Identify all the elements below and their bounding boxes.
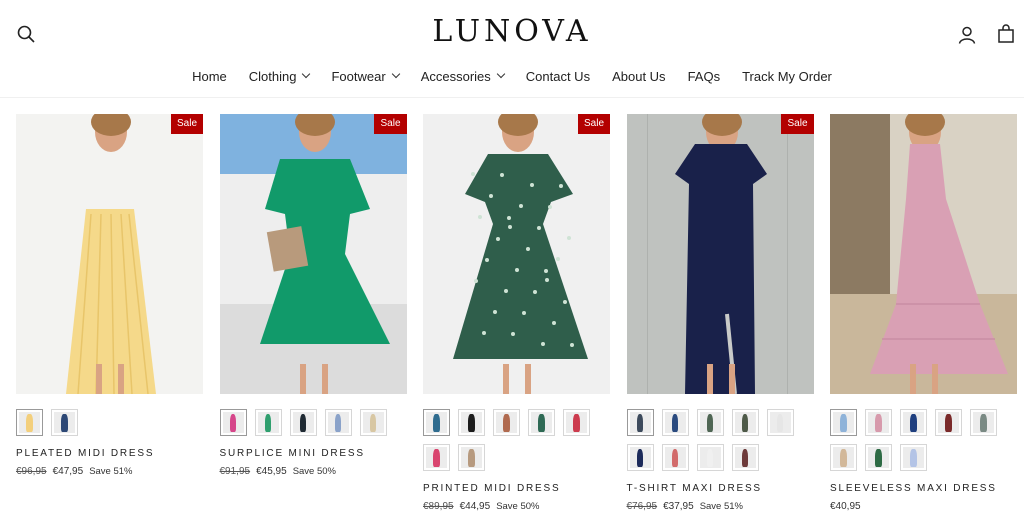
- sale-badge: Sale: [577, 114, 610, 134]
- color-swatch[interactable]: [626, 444, 654, 471]
- color-swatch[interactable]: [528, 409, 555, 436]
- product-price: €96,95 €47,95 Save 51%: [16, 466, 203, 477]
- original-price: €91,95: [219, 466, 251, 477]
- color-swatch[interactable]: [900, 444, 927, 471]
- product-card: Sale SURPLICE MINI DRESS €91,95 €45,95 Save …: [219, 114, 407, 477]
- nav-item-label: Contact Us: [525, 68, 591, 84]
- nav-item-label: Track My Order: [742, 68, 832, 84]
- chevron-down-icon: [391, 69, 400, 79]
- color-swatch[interactable]: [458, 444, 485, 471]
- product-image[interactable]: Sale: [423, 114, 610, 394]
- color-swatches: [16, 409, 203, 436]
- color-swatch[interactable]: [289, 409, 317, 436]
- product-title[interactable]: SURPLICE MINI DRESS: [220, 448, 407, 459]
- nav-item-home[interactable]: Home: [181, 66, 238, 86]
- product-title[interactable]: PRINTED MIDI DRESS: [423, 483, 610, 494]
- original-price: €76,95: [626, 501, 658, 512]
- nav-item-faqs[interactable]: FAQs: [677, 66, 732, 86]
- color-swatches: [219, 409, 407, 436]
- sale-badge: Sale: [170, 114, 203, 134]
- color-swatch[interactable]: [970, 409, 997, 436]
- color-swatch[interactable]: [830, 409, 857, 436]
- color-swatch[interactable]: [731, 409, 759, 436]
- color-swatch[interactable]: [731, 444, 759, 471]
- color-swatch[interactable]: [935, 409, 962, 436]
- color-swatch[interactable]: [423, 409, 450, 436]
- site-header: LUNOVA Home Clothing Footwear Accessories Co…: [0, 0, 1024, 98]
- product-image[interactable]: [830, 114, 1017, 394]
- color-swatch[interactable]: [423, 444, 450, 471]
- color-swatches: [830, 409, 1017, 471]
- savings-label: Save 50%: [496, 501, 540, 512]
- current-price: €37,95: [663, 501, 694, 512]
- savings-label: Save 51%: [89, 466, 133, 477]
- color-swatch[interactable]: [766, 409, 794, 436]
- product-title[interactable]: PLEATED MIDI DRESS: [16, 448, 203, 459]
- original-price: €89,95: [423, 501, 454, 512]
- color-swatch[interactable]: [324, 409, 352, 436]
- color-swatch[interactable]: [696, 409, 724, 436]
- nav-item-accessories[interactable]: Accessories: [410, 66, 515, 86]
- product-price: €91,95 €45,95 Save 50%: [220, 466, 407, 477]
- product-price: €89,95 €44,95 Save 50%: [423, 501, 610, 512]
- current-price: €44,95: [459, 501, 491, 512]
- color-swatch[interactable]: [359, 409, 387, 436]
- sale-badge: Sale: [781, 114, 814, 134]
- product-title[interactable]: T-SHIRT MAXI DRESS: [627, 483, 814, 494]
- product-card: Sale PLEATED MIDI DRESS €96,95 €47,95 Save 5…: [16, 114, 203, 477]
- color-swatch[interactable]: [696, 444, 724, 471]
- current-price: €40,95: [830, 501, 861, 512]
- product-image[interactable]: Sale: [16, 114, 203, 394]
- nav-item-label: Footwear: [331, 68, 386, 84]
- color-swatch[interactable]: [254, 409, 282, 436]
- nav-item-label: Accessories: [420, 68, 491, 84]
- color-swatches: [423, 409, 610, 471]
- color-swatch[interactable]: [626, 409, 654, 436]
- color-swatch[interactable]: [661, 444, 689, 471]
- color-swatch[interactable]: [51, 409, 78, 436]
- nav-item-label: Clothing: [248, 68, 297, 84]
- account-icon[interactable]: [955, 23, 979, 47]
- current-price: €47,95: [52, 466, 84, 477]
- main-navigation: Home Clothing Footwear Accessories Contact U…: [0, 66, 1024, 86]
- color-swatch[interactable]: [16, 409, 43, 436]
- product-card: SLEEVELESS MAXI DRESS €40,95: [830, 114, 1017, 512]
- nav-item-contact-us[interactable]: Contact Us: [515, 66, 601, 86]
- color-swatch[interactable]: [865, 409, 892, 436]
- color-swatch[interactable]: [493, 409, 520, 436]
- cart-icon[interactable]: [994, 22, 1018, 46]
- nav-item-footwear[interactable]: Footwear: [320, 66, 409, 86]
- sale-badge: Sale: [374, 114, 407, 134]
- product-card: Sale PRINTED MIDI DRESS €89,95 €44,95 Save 5…: [423, 114, 610, 512]
- current-price: €45,95: [256, 466, 287, 477]
- savings-label: Save 50%: [292, 466, 336, 477]
- nav-item-label: Home: [192, 68, 227, 84]
- color-swatch[interactable]: [865, 444, 892, 471]
- nav-item-label: About Us: [612, 68, 666, 84]
- savings-label: Save 51%: [699, 501, 743, 512]
- nav-item-clothing[interactable]: Clothing: [238, 66, 321, 86]
- product-image[interactable]: Sale: [219, 114, 407, 394]
- product-price: €76,95 €37,95 Save 51%: [627, 501, 814, 512]
- nav-item-about-us[interactable]: About Us: [601, 66, 676, 86]
- chevron-down-icon: [302, 69, 311, 79]
- color-swatch[interactable]: [661, 409, 689, 436]
- product-title[interactable]: SLEEVELESS MAXI DRESS: [830, 483, 1017, 494]
- chevron-down-icon: [496, 69, 506, 79]
- color-swatch[interactable]: [458, 409, 485, 436]
- product-card: Sale T-SHIRT MAXI DRESS €76,95 €37,95 Save 5…: [626, 114, 814, 512]
- color-swatch[interactable]: [563, 409, 590, 436]
- color-swatch[interactable]: [900, 409, 927, 436]
- color-swatches: [626, 409, 814, 471]
- site-logo[interactable]: LUNOVA: [0, 14, 1024, 49]
- color-swatch[interactable]: [219, 409, 247, 436]
- nav-item-track-my-order[interactable]: Track My Order: [731, 66, 843, 86]
- product-image[interactable]: Sale: [626, 114, 814, 394]
- original-price: €96,95: [16, 466, 47, 477]
- nav-item-label: FAQs: [687, 68, 721, 84]
- product-price: €40,95: [830, 501, 1017, 512]
- color-swatch[interactable]: [830, 444, 857, 471]
